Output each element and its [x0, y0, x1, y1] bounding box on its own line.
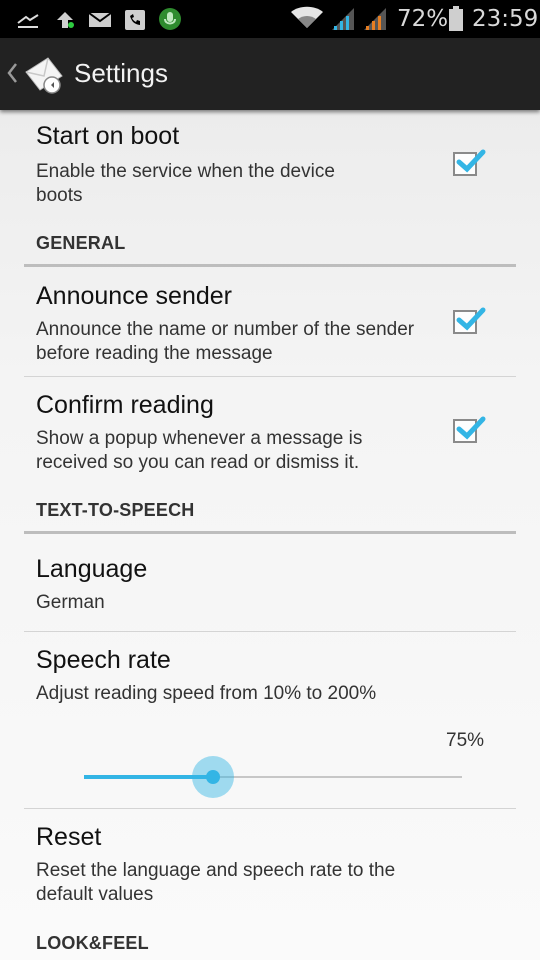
mic-icon — [158, 7, 182, 36]
pref-title: Reset — [36, 823, 102, 851]
announce-sender-checkbox[interactable] — [453, 307, 486, 334]
pref-summary: Adjust reading speed from 10% to 200% — [36, 683, 377, 704]
category-general: GENERAL — [36, 233, 126, 253]
signal-icon — [362, 6, 388, 35]
pref-summary: Enable the service when the device boots — [36, 161, 335, 206]
pref-title: Confirm reading — [36, 391, 214, 419]
clock: 23:59 — [472, 6, 539, 32]
battery-percent: 72% — [397, 6, 449, 32]
pref-summary: Reset the language and speech rate to th… — [36, 860, 396, 905]
pref-summary: Show a popup whenever a message is recei… — [36, 428, 363, 473]
category-divider — [24, 264, 516, 267]
voicemail-icon — [124, 9, 146, 36]
category-divider — [24, 531, 516, 534]
slider-thumb[interactable] — [205, 770, 220, 784]
pref-title: Language — [36, 555, 148, 583]
pref-confirm-reading[interactable]: Confirm reading Show a popup whenever a … — [24, 377, 516, 485]
pref-summary: German — [36, 592, 105, 613]
signal-icon — [330, 6, 356, 35]
status-bar: 72% 23:59 — [0, 0, 540, 38]
back-chevron-icon[interactable] — [6, 62, 18, 89]
category-look-and-feel: LOOK&FEEL — [36, 933, 149, 953]
action-bar: Settings — [0, 38, 540, 110]
checkmark-icon — [456, 149, 486, 173]
page-title: Settings — [74, 58, 168, 88]
pref-start-on-boot[interactable]: Start on boot Enable the service when th… — [24, 110, 516, 210]
battery-icon — [448, 6, 464, 37]
confirm-reading-checkbox[interactable] — [453, 416, 486, 443]
mail-icon — [88, 11, 112, 34]
pref-title: Start on boot — [36, 122, 180, 150]
app-logo-icon[interactable] — [22, 52, 66, 101]
start-on-boot-checkbox[interactable] — [453, 149, 486, 176]
checkmark-icon — [456, 416, 486, 440]
pref-language[interactable]: Language German — [24, 535, 516, 631]
wifi-icon — [290, 6, 324, 35]
pref-speech-rate: Speech rate Adjust reading speed from 10… — [24, 632, 516, 808]
pref-title: Announce sender — [36, 282, 232, 310]
pref-title: Speech rate — [36, 646, 171, 674]
usb-icon — [16, 11, 40, 34]
checkmark-icon — [456, 307, 486, 331]
upload-icon — [54, 10, 76, 35]
pref-summary: Announce the name or number of the sende… — [36, 319, 415, 364]
pref-announce-sender[interactable]: Announce sender Announce the name or num… — [24, 268, 516, 376]
pref-reset[interactable]: Reset Reset the language and speech rate… — [24, 809, 516, 919]
speech-rate-value: 75% — [446, 730, 485, 751]
category-text-to-speech: TEXT-TO-SPEECH — [36, 500, 195, 520]
